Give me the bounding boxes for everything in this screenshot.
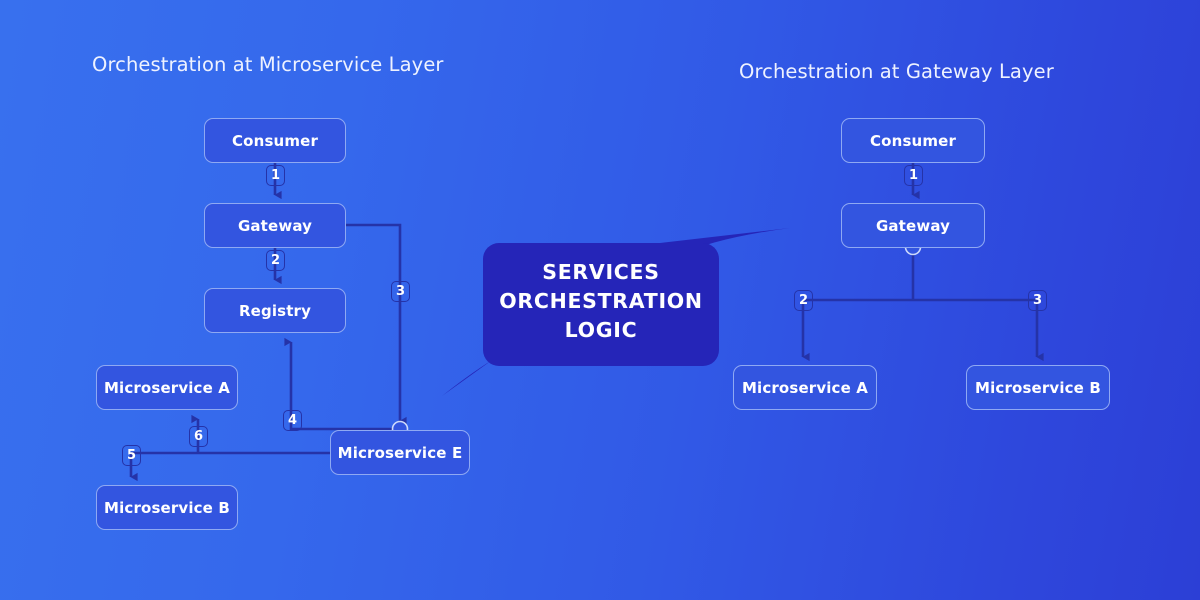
edge-gateway-microservice-e [346, 223, 407, 426]
step-badge-2-right: 2 [794, 290, 813, 311]
step-badge-3: 3 [391, 281, 410, 302]
step-badge-4: 4 [283, 410, 302, 431]
node-microservice-b[interactable]: Microservice B [96, 485, 238, 530]
step-badge-2: 2 [266, 250, 285, 271]
step-badge-1-right: 1 [904, 165, 923, 186]
node-microservice-b-right[interactable]: Microservice B [966, 365, 1110, 410]
step-badge-1: 1 [266, 165, 285, 186]
step-badge-3-right: 3 [1028, 290, 1047, 311]
node-consumer-right[interactable]: Consumer [841, 118, 985, 163]
node-registry[interactable]: Registry [204, 288, 346, 333]
node-consumer[interactable]: Consumer [204, 118, 346, 163]
callout-label: SERVICES ORCHESTRATION LOGIC [499, 260, 703, 342]
node-microservice-a[interactable]: Microservice A [96, 365, 238, 410]
edge-microservice-e-registry [284, 337, 400, 431]
node-gateway[interactable]: Gateway [204, 203, 346, 248]
node-gateway-right[interactable]: Gateway [841, 203, 985, 248]
diagram-canvas: Orchestration at Microservice Layer Orch… [0, 0, 1200, 600]
right-panel-title: Orchestration at Gateway Layer [739, 60, 1054, 83]
step-badge-6: 6 [189, 426, 208, 447]
left-panel-title: Orchestration at Microservice Layer [92, 53, 444, 76]
node-microservice-a-right[interactable]: Microservice A [733, 365, 877, 410]
node-microservice-e[interactable]: Microservice E [330, 430, 470, 475]
step-badge-5: 5 [122, 445, 141, 466]
